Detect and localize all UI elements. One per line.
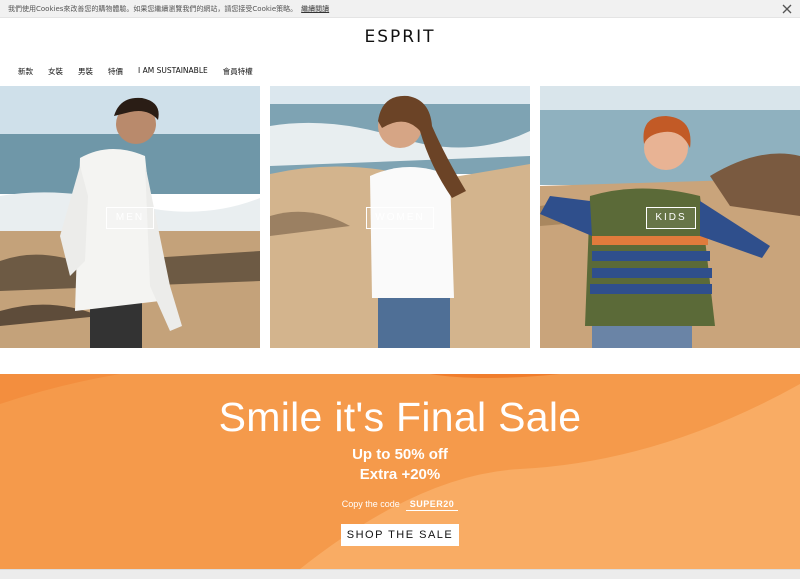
- nav-item-new[interactable]: 新款: [18, 66, 33, 77]
- page-bottom-divider: [0, 569, 800, 579]
- nav-item-women[interactable]: 女裝: [48, 66, 63, 77]
- category-tile-kids[interactable]: KIDS: [540, 86, 800, 348]
- promo-code-row: Copy the code SUPER20: [0, 499, 800, 511]
- sale-extra-line: Extra +20%: [359, 466, 441, 483]
- tile-label-women[interactable]: WOMEN: [366, 207, 434, 229]
- main-nav: 新款 女裝 男裝 特價 I AM SUSTAINABLE 會員特權: [18, 66, 268, 77]
- nav-item-membership[interactable]: 會員特權: [223, 66, 253, 77]
- cookie-banner: 我們使用Cookies來改善您的購物體驗。如果您繼續瀏覽我們的網站，請您接受Co…: [0, 0, 800, 18]
- cookie-read-more-link[interactable]: 繼續閱讀: [301, 5, 329, 13]
- close-icon[interactable]: [780, 2, 794, 16]
- shop-the-sale-button[interactable]: SHOP THE SALE: [341, 524, 459, 546]
- cookie-message: 我們使用Cookies來改善您的購物體驗。如果您繼續瀏覽我們的網站，請您接受Co…: [8, 4, 329, 14]
- tile-label-men[interactable]: MEN: [106, 207, 154, 229]
- sale-discount-line: Up to 50% off: [352, 446, 448, 463]
- cookie-message-text: 我們使用Cookies來改善您的購物體驗。如果您繼續瀏覽我們的網站，請您接受Co…: [8, 5, 298, 13]
- nav-item-men[interactable]: 男裝: [78, 66, 93, 77]
- category-tile-women[interactable]: WOMEN: [270, 86, 530, 348]
- promo-code[interactable]: SUPER20: [405, 499, 459, 511]
- sale-title: Smile it's Final Sale: [218, 394, 582, 440]
- esprit-logo[interactable]: ESPRIT: [0, 27, 800, 47]
- nav-item-sustainable[interactable]: I AM SUSTAINABLE: [138, 66, 208, 77]
- nav-item-sale[interactable]: 特價: [108, 66, 123, 77]
- final-sale-banner[interactable]: Smile it's Final Sale Up to 50% off Extr…: [0, 374, 800, 569]
- category-tile-men[interactable]: MEN: [0, 86, 260, 348]
- promo-code-prompt: Copy the code: [341, 499, 400, 509]
- tile-label-kids[interactable]: KIDS: [646, 207, 696, 229]
